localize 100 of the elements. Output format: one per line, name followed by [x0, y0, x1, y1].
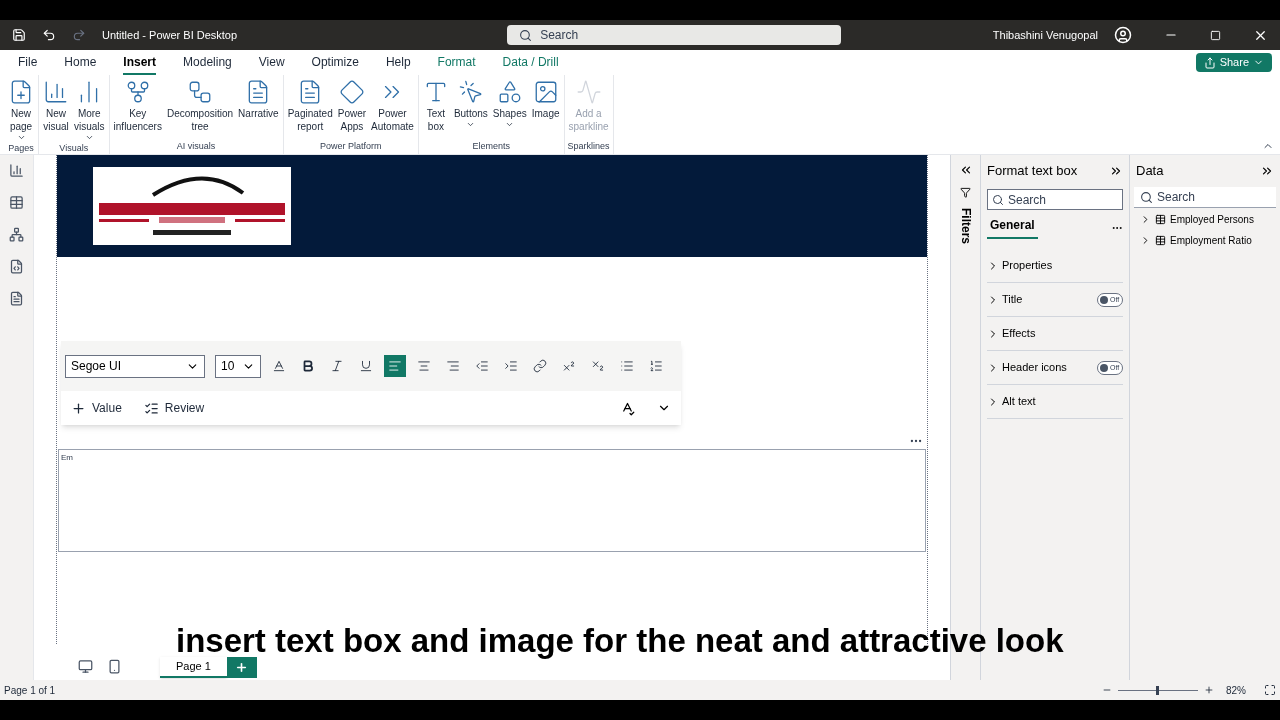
search-icon [519, 28, 533, 42]
mobile-view-icon[interactable] [107, 659, 122, 674]
ribbon-tab[interactable]: Optimize [311, 50, 359, 75]
align-left-icon [388, 359, 402, 373]
ribbon-button[interactable]: New page [6, 75, 36, 142]
ribbon-button[interactable]: Text box [420, 75, 451, 140]
window-title: Untitled - Power BI Desktop [102, 27, 238, 43]
group-label: Pages [8, 142, 34, 155]
checklist-icon [143, 400, 159, 416]
search-field[interactable]: Search [1134, 187, 1276, 208]
section-label: Title [1002, 292, 1023, 308]
page-tab[interactable]: Page 1 [160, 657, 227, 678]
maximize-icon[interactable] [1210, 29, 1221, 41]
collapse-icon[interactable] [1109, 164, 1123, 178]
spellcheck-icon[interactable] [620, 400, 635, 416]
ribbon-button[interactable]: Power Automate [369, 75, 416, 140]
group-label: Elements [472, 139, 510, 153]
bold-icon [301, 359, 315, 373]
font-dropdown[interactable]: Segoe UI [65, 354, 205, 378]
align-left-button[interactable] [384, 355, 406, 377]
ribbon-button[interactable]: Decomposition tree [164, 75, 236, 140]
search-icon [1140, 190, 1153, 204]
section-label: Alt text [1002, 394, 1036, 410]
add-page-button[interactable] [226, 657, 257, 678]
ribbon-button[interactable]: More visuals [72, 75, 107, 142]
user-name: Thibashini Venugopal [992, 27, 1098, 43]
ribbon-tab[interactable]: Data / Drill [502, 50, 559, 75]
section-label: Effects [1002, 326, 1036, 342]
diamond-icon [338, 79, 365, 105]
share-icon [1203, 56, 1216, 69]
ribbon-button[interactable]: Power Apps [335, 75, 369, 140]
ribbon-tab[interactable]: File [18, 50, 38, 75]
share-button[interactable]: Share [1195, 53, 1272, 72]
search-placeholder: Search [1157, 189, 1196, 206]
filter-icon [960, 187, 971, 198]
ribbon-button[interactable]: Narrative [236, 75, 281, 140]
align-right-icon [446, 359, 460, 373]
ribbon-tab[interactable]: Modeling [183, 50, 232, 75]
model-view-icon[interactable] [9, 227, 24, 242]
ribbon-button[interactable]: Key influencers [111, 75, 164, 140]
search-icon [992, 193, 1004, 206]
zoom-level: 82% [1226, 683, 1246, 698]
font-color-icon [272, 359, 286, 373]
ribbon-button[interactable]: Shapes [490, 75, 529, 140]
section-header[interactable]: Effects [987, 317, 1123, 351]
ribbon-button[interactable]: Paginated report [285, 75, 335, 140]
caret-icon [505, 120, 515, 129]
font-name: Segoe UI [71, 358, 122, 375]
zoom-thumb[interactable] [1156, 685, 1160, 695]
fit-page-icon[interactable] [1264, 684, 1276, 696]
collapse-icon[interactable] [1260, 164, 1274, 178]
toolbar-action-button[interactable]: Review [143, 399, 205, 417]
bullet-list-icon [620, 359, 634, 373]
undo-icon[interactable] [42, 28, 56, 42]
report-view-icon[interactable] [9, 163, 24, 178]
page-count: Page 1 of 1 [4, 683, 56, 698]
desktop-view-icon[interactable] [78, 659, 93, 674]
table-item[interactable]: Employed Persons [1134, 209, 1276, 229]
font-size: 10 [221, 358, 235, 375]
caret-icon [466, 120, 476, 129]
section-header[interactable]: Alt text [987, 385, 1123, 419]
plus-icon [235, 661, 249, 674]
ribbon-tab[interactable]: Home [64, 50, 97, 75]
outdent-icon [475, 359, 489, 373]
toolbar-action-button[interactable]: Value [71, 399, 122, 417]
search-placeholder: Search [540, 27, 579, 44]
filters-label[interactable]: Filters [956, 208, 975, 244]
search-field[interactable]: Search [987, 189, 1123, 210]
search-field[interactable]: Search [507, 25, 842, 45]
link-icon [533, 359, 547, 373]
indent-icon [504, 359, 518, 373]
zoom-in-icon[interactable] [1204, 685, 1214, 695]
ribbon-tab[interactable]: Help [385, 50, 411, 75]
ribbon-tab[interactable]: Format [437, 50, 476, 75]
ribbon-tab[interactable]: View [258, 50, 285, 75]
group-label: Power Platform [320, 139, 382, 153]
tree-icon [187, 79, 213, 105]
ribbon-button[interactable]: Buttons [451, 75, 490, 140]
table-view-icon[interactable] [9, 195, 24, 210]
pane-tab[interactable]: General [987, 216, 1038, 239]
font-size-dropdown[interactable]: 10 [215, 354, 261, 378]
pane-title: Format text box [987, 162, 1078, 181]
ribbon-button[interactable]: New visual [41, 75, 71, 142]
avatar-icon[interactable] [1114, 26, 1132, 44]
table-name: Employment Ratio [1170, 233, 1252, 248]
section-label: Properties [1002, 258, 1053, 274]
table-name: Employed Persons [1170, 212, 1254, 227]
redo-icon[interactable] [72, 28, 86, 42]
table-item[interactable]: Employment Ratio [1134, 230, 1276, 250]
italic-icon [330, 359, 344, 373]
save-icon[interactable] [12, 28, 26, 42]
section-header[interactable]: Properties [987, 249, 1123, 283]
ribbon-button[interactable]: Image [529, 75, 562, 140]
table-icon [1155, 213, 1166, 225]
dax-view-icon[interactable] [9, 259, 24, 274]
tmdl-view-icon[interactable] [9, 291, 24, 306]
cursor-click-icon [457, 79, 484, 105]
superscript-icon [562, 359, 576, 373]
section-label: Header icons [1002, 360, 1067, 376]
sparkline-icon [575, 79, 602, 105]
